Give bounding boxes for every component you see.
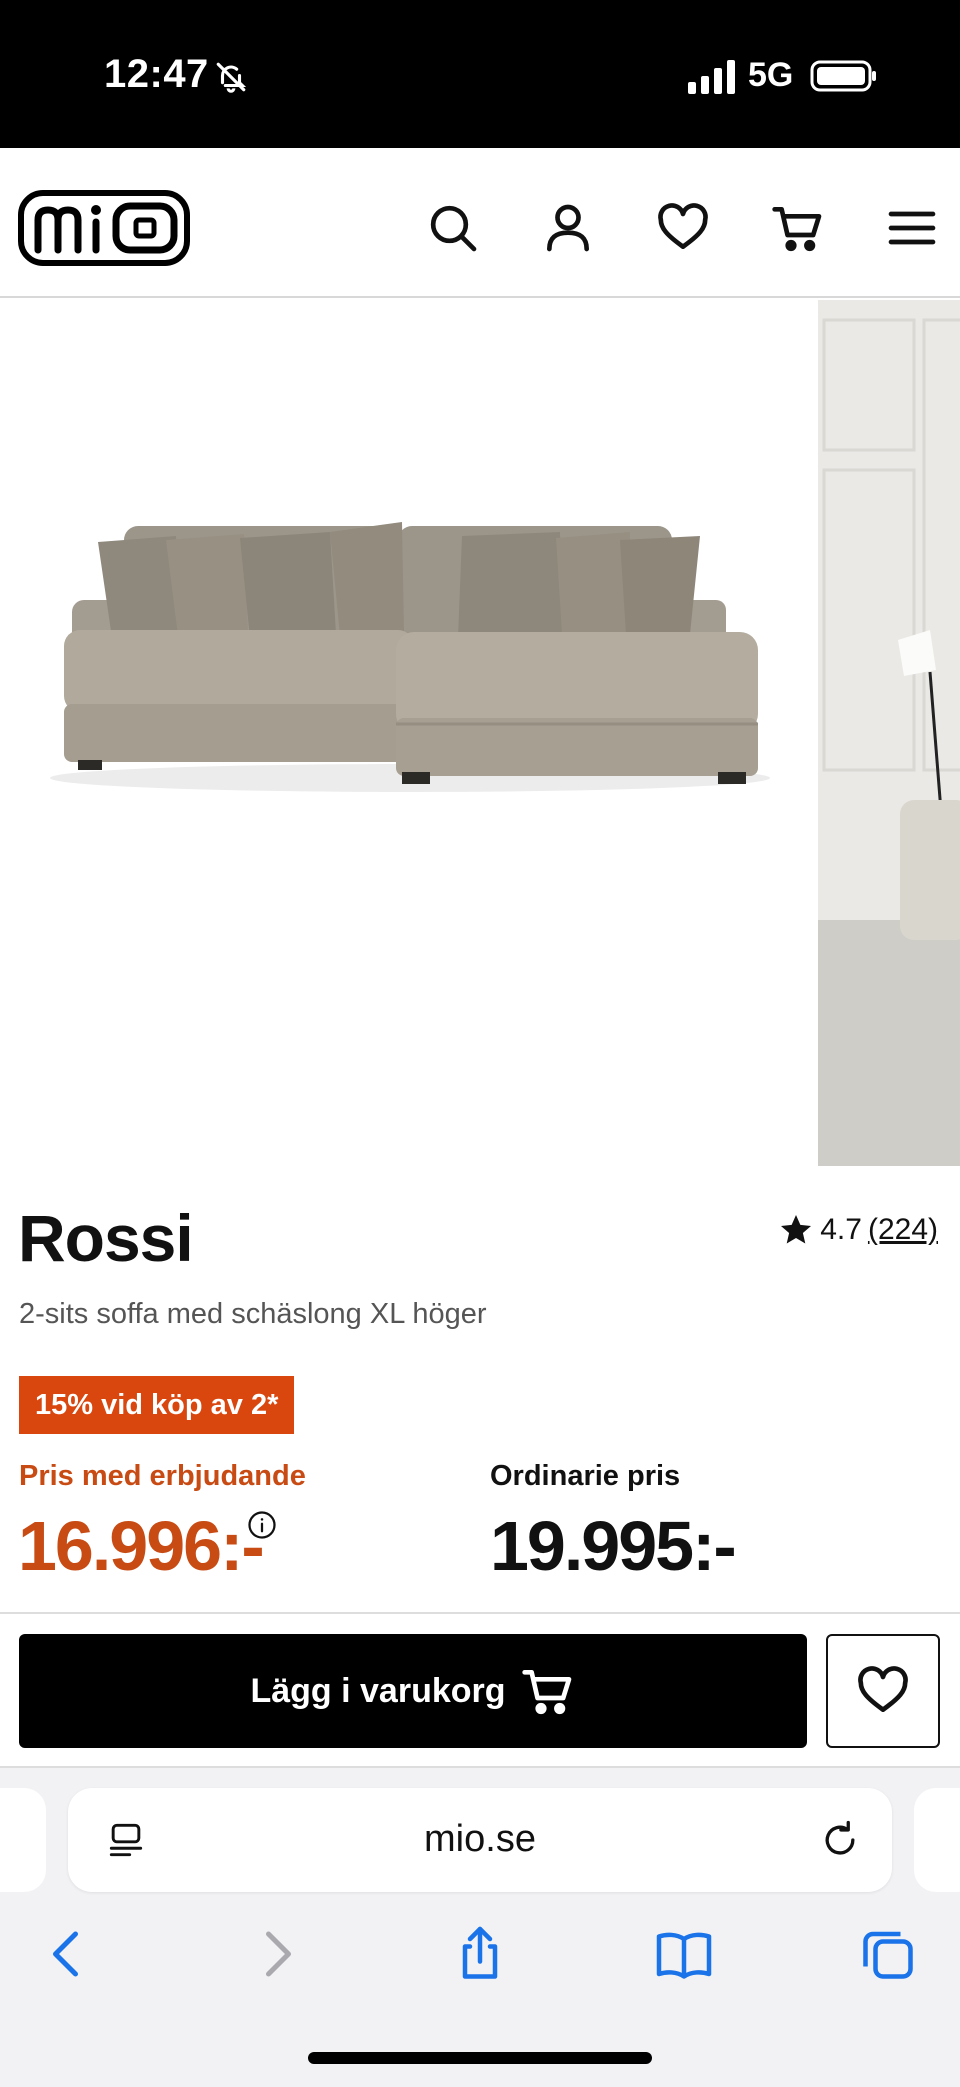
bell-muted-icon — [216, 62, 247, 93]
offer-price: 16.996:- — [18, 1507, 265, 1585]
heart-icon[interactable] — [655, 200, 711, 256]
offer-price-label: Pris med erbjudande — [19, 1460, 306, 1492]
address-bar[interactable]: mio.se — [68, 1788, 892, 1892]
account-icon[interactable] — [540, 200, 596, 256]
status-bar: 12:47 5G — [0, 0, 960, 148]
regular-price: 19.995:- — [490, 1507, 737, 1585]
product-image-next[interactable] — [818, 300, 960, 1166]
next-tab-preview[interactable] — [914, 1788, 960, 1892]
menu-icon[interactable] — [884, 200, 940, 256]
heart-icon — [858, 1666, 908, 1712]
rating-value: 4.7 — [820, 1213, 862, 1246]
divider — [0, 1612, 960, 1614]
bookmarks-icon[interactable] — [654, 1924, 714, 1984]
product-gallery[interactable] — [0, 300, 960, 1166]
search-icon[interactable] — [425, 200, 481, 256]
forward-icon[interactable] — [246, 1924, 306, 1984]
add-to-cart-label: Lägg i varukorg — [250, 1671, 506, 1710]
network-label: 5G — [748, 56, 794, 94]
browser-toolbar: mio.se — [0, 1768, 960, 2087]
product-title: Rossi — [18, 1201, 194, 1275]
sofa-image — [50, 522, 770, 792]
favorite-button[interactable] — [826, 1634, 940, 1748]
star-icon — [781, 1215, 812, 1244]
info-icon[interactable] — [247, 1510, 277, 1540]
back-icon[interactable] — [38, 1924, 98, 1984]
cart-icon — [521, 1670, 571, 1715]
reload-icon[interactable] — [818, 1818, 862, 1862]
room-image — [818, 300, 960, 1166]
previous-tab-preview[interactable] — [0, 1788, 46, 1892]
product-image-main[interactable] — [0, 300, 816, 1166]
home-indicator — [308, 2052, 652, 2064]
add-to-cart-button[interactable]: Lägg i varukorg — [19, 1634, 807, 1748]
url-text: mio.se — [424, 1818, 536, 1860]
cart-icon[interactable] — [770, 200, 826, 256]
product-rating[interactable]: 4.7 (224) — [778, 1212, 938, 1248]
tabs-icon[interactable] — [858, 1924, 918, 1984]
share-icon[interactable] — [450, 1924, 510, 1984]
status-time: 12:47 — [104, 52, 209, 96]
mio-logo[interactable] — [18, 190, 190, 266]
review-count-link[interactable]: (224) — [868, 1213, 938, 1247]
promo-badge: 15% vid köp av 2* — [19, 1376, 295, 1434]
signal-icon — [688, 60, 735, 94]
battery-icon — [810, 60, 876, 92]
site-header — [0, 148, 960, 298]
regular-price-label: Ordinarie pris — [490, 1460, 681, 1492]
product-description: 2-sits soffa med schäslong XL höger — [19, 1298, 487, 1330]
